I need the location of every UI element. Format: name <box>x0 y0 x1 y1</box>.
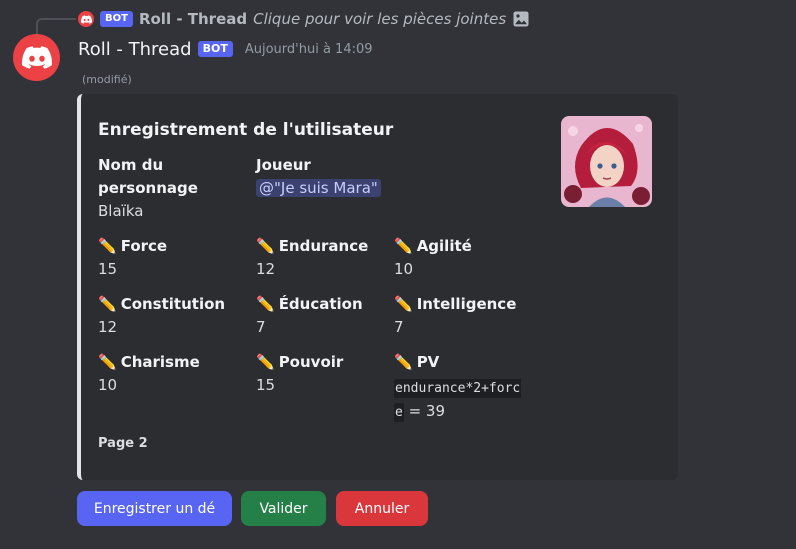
field-pv: ✏️ PV endurance*2+forc e = 39 <box>394 351 522 424</box>
field-value: Blaïka <box>98 202 144 220</box>
field-value: 12 <box>256 260 276 278</box>
field-endurance: ✏️ Endurance 12 <box>256 235 368 281</box>
field-intelligence: ✏️ Intelligence 7 <box>394 293 516 339</box>
embed-footer: Page 2 <box>98 436 148 451</box>
discord-logo-icon <box>80 14 92 24</box>
field-education: ✏️ Éducation 7 <box>256 293 363 339</box>
field-label: Endurance <box>278 237 369 255</box>
field-label: Force <box>120 237 168 255</box>
pencil-icon: ✏️ <box>394 237 413 255</box>
pencil-icon: ✏️ <box>98 237 117 255</box>
reply-preview[interactable]: BOT Roll - Thread Clique pour voir les p… <box>78 8 530 30</box>
reply-username[interactable]: Roll - Thread <box>139 10 247 28</box>
field-label: Joueur <box>256 156 311 174</box>
message-timestamp[interactable]: Aujourd'hui à 14:09 <box>245 42 373 57</box>
message-bot-tag: BOT <box>197 41 233 57</box>
field-value: 7 <box>394 318 404 336</box>
field-player: Joueur @"Je suis Mara" <box>256 154 381 200</box>
pencil-icon: ✏️ <box>394 353 413 371</box>
field-label: PV <box>416 353 440 371</box>
field-value: 12 <box>98 318 118 336</box>
reply-avatar <box>78 11 94 27</box>
field-value: 10 <box>98 376 118 394</box>
field-value: 15 <box>98 260 118 278</box>
field-pouvoir: ✏️ Pouvoir 15 <box>256 351 343 397</box>
field-label: Intelligence <box>416 295 517 313</box>
discord-logo-icon <box>21 46 52 69</box>
field-charisme: ✏️ Charisme 10 <box>98 351 200 397</box>
embed-card: Enregistrement de l'utilisateur Nom du p… <box>77 94 678 480</box>
reply-snippet[interactable]: Clique pour voir les pièces jointes <box>253 10 506 28</box>
field-label: Charisme <box>120 353 200 371</box>
field-force: ✏️ Force 15 <box>98 235 167 281</box>
pencil-icon: ✏️ <box>256 353 275 371</box>
message-header: Roll - Thread BOT Aujourd'hui à 14:09 <box>78 36 373 62</box>
cancel-button[interactable]: Annuler <box>336 491 428 526</box>
embed-title: Enregistrement de l'utilisateur <box>98 120 394 140</box>
field-value: 10 <box>394 260 414 278</box>
field-agilite: ✏️ Agilité 10 <box>394 235 472 281</box>
validate-button[interactable]: Valider <box>241 491 326 526</box>
pencil-icon: ✏️ <box>256 237 275 255</box>
avatar[interactable] <box>13 34 60 81</box>
formula-code: endurance*2+forc <box>394 379 522 398</box>
field-label: Nom du personnage <box>98 156 198 197</box>
field-label: Éducation <box>278 295 363 313</box>
pencil-icon: ✏️ <box>394 295 413 313</box>
formula-code: e <box>394 403 404 422</box>
field-value: 15 <box>256 376 276 394</box>
field-label: Pouvoir <box>278 353 344 371</box>
field-value: 7 <box>256 318 266 336</box>
register-die-button[interactable]: Enregistrer un dé <box>77 491 232 526</box>
image-icon <box>513 11 529 27</box>
pencil-icon: ✏️ <box>98 353 117 371</box>
reply-bot-tag: BOT <box>100 11 133 27</box>
field-label: Agilité <box>416 237 472 255</box>
embed-thumbnail[interactable] <box>561 116 652 207</box>
edited-label: (modifié) <box>82 73 132 86</box>
field-constitution: ✏️ Constitution 12 <box>98 293 225 339</box>
field-label: Constitution <box>120 295 226 313</box>
field-character-name: Nom du personnage Blaïka <box>98 154 198 223</box>
pencil-icon: ✏️ <box>256 295 275 313</box>
message-username[interactable]: Roll - Thread <box>78 39 192 60</box>
character-portrait-image <box>561 116 652 207</box>
pencil-icon: ✏️ <box>98 295 117 313</box>
user-mention[interactable]: @"Je suis Mara" <box>256 179 381 197</box>
formula-result: = 39 <box>403 402 446 420</box>
